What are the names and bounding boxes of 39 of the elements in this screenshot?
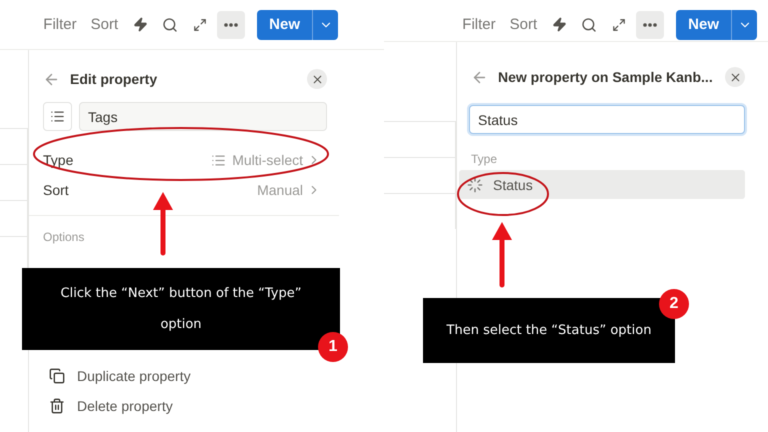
menu-item[interactable]: Duplicate property (43, 361, 327, 391)
more-button[interactable] (217, 10, 246, 38)
close-button[interactable] (307, 69, 327, 89)
property-name-field[interactable]: Tags (79, 102, 327, 131)
menu-item[interactable]: Delete property (43, 391, 327, 421)
close-icon (310, 72, 324, 86)
row-label: Sort (43, 182, 70, 198)
more-button[interactable] (636, 10, 664, 38)
more-icon (643, 22, 658, 26)
arrow (153, 192, 173, 256)
list-icon (50, 109, 65, 124)
sort-button[interactable]: Sort (86, 14, 124, 35)
option-label: Status (493, 176, 533, 192)
property-row[interactable]: Sort Manual (43, 175, 327, 205)
trash-icon (49, 398, 65, 414)
section-label: Options (43, 230, 86, 244)
menu-item-label: Duplicate property (77, 368, 191, 384)
step-badge: 2 (659, 289, 689, 319)
filter-button[interactable]: Filter (38, 14, 82, 35)
duplicate-icon (49, 368, 65, 384)
property-name-field[interactable]: Status (469, 105, 745, 134)
list-icon-button[interactable] (43, 102, 72, 131)
spinner-icon (467, 176, 483, 192)
panel-title: New property on Sample Kanb... (498, 69, 714, 85)
close-button[interactable] (725, 67, 745, 87)
menu-item-label: Delete property (77, 398, 173, 414)
type-option[interactable]: Status (459, 170, 745, 199)
close-icon (728, 70, 742, 84)
row-value: Multi-select (232, 152, 303, 168)
arrow (492, 222, 512, 288)
step-badge: 1 (318, 332, 348, 362)
list-icon (211, 152, 226, 168)
sort-button[interactable]: Sort (504, 14, 542, 35)
section-label: Type (471, 152, 498, 166)
row-value: Manual (257, 182, 303, 198)
row-label: Type (43, 152, 74, 168)
panel-title: Edit property (70, 71, 158, 87)
filter-button[interactable]: Filter (457, 14, 501, 35)
more-icon (224, 22, 238, 26)
